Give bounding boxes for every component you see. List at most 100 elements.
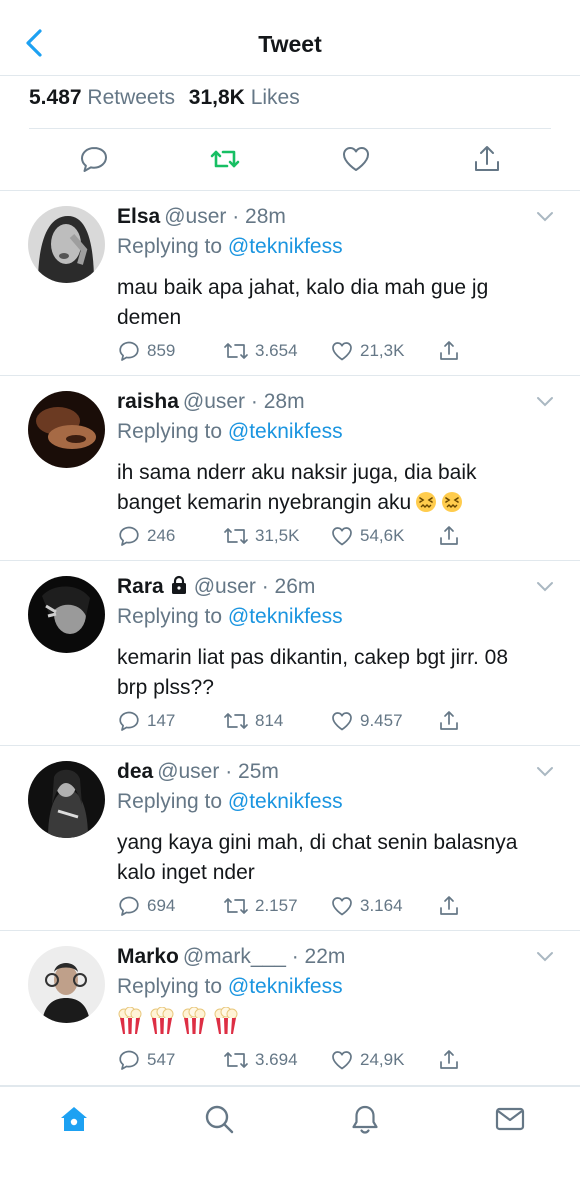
reply-count-button[interactable]: 547 bbox=[117, 1047, 175, 1073]
like-heart-icon[interactable] bbox=[340, 143, 372, 175]
reply-tweet[interactable]: Marko @mark___ · 22m Replying to @teknikf… bbox=[0, 931, 580, 1086]
replying-to-label: Replying to bbox=[117, 790, 223, 813]
reply-icon bbox=[119, 1050, 139, 1070]
retweet-count: 3.654 bbox=[255, 341, 298, 360]
share-button[interactable] bbox=[437, 893, 467, 919]
reply-count: 694 bbox=[147, 896, 176, 915]
retweet-count-button[interactable]: 814 bbox=[223, 708, 283, 734]
retweet-icon bbox=[224, 1052, 248, 1068]
notifications-icon[interactable] bbox=[349, 1103, 381, 1135]
user-handle[interactable]: @user bbox=[157, 760, 219, 783]
share-button[interactable] bbox=[437, 1047, 467, 1073]
user-handle[interactable]: @user bbox=[194, 575, 256, 598]
like-count: 21,3K bbox=[360, 341, 405, 360]
reply-actions: 246 31,5K 54,6K bbox=[117, 523, 477, 549]
retweet-count-button[interactable]: 3.694 bbox=[223, 1047, 298, 1073]
mention-link[interactable]: @teknikfess bbox=[228, 420, 343, 443]
reply-count-button[interactable]: 246 bbox=[117, 523, 175, 549]
avatar[interactable] bbox=[28, 946, 105, 1023]
retweet-count-button[interactable]: 2.157 bbox=[223, 893, 298, 919]
reply-header: Elsa @user · 28m bbox=[117, 205, 286, 229]
retweet-icon[interactable] bbox=[209, 143, 241, 175]
reply-header: raisha @user · 28m bbox=[117, 390, 305, 414]
retweet-count-button[interactable]: 31,5K bbox=[223, 523, 299, 549]
reply-emoji-row bbox=[117, 1006, 537, 1044]
display-name[interactable]: Rara bbox=[117, 575, 164, 598]
retweets-count[interactable]: 5.487 bbox=[29, 86, 82, 109]
like-count-button[interactable]: 3.164 bbox=[330, 893, 403, 919]
reply-icon bbox=[119, 526, 139, 546]
reply-count: 246 bbox=[147, 526, 176, 545]
user-handle[interactable]: @mark___ bbox=[183, 945, 286, 968]
share-button[interactable] bbox=[437, 338, 467, 364]
display-name[interactable]: raisha bbox=[117, 390, 179, 413]
reply-tweet[interactable]: Elsa @user · 28m Replying to @teknikfess … bbox=[0, 191, 580, 376]
home-icon[interactable] bbox=[58, 1103, 90, 1135]
retweet-count: 2.157 bbox=[255, 896, 298, 915]
reply-header: dea @user · 25m bbox=[117, 760, 279, 784]
reply-count-button[interactable]: 694 bbox=[117, 893, 175, 919]
timestamp: · 28m bbox=[250, 390, 305, 413]
like-count-button[interactable]: 21,3K bbox=[330, 338, 404, 364]
share-icon bbox=[440, 896, 458, 915]
reply-actions: 694 2.157 3.164 bbox=[117, 893, 477, 919]
reply-count-button[interactable]: 147 bbox=[117, 708, 175, 734]
share-button[interactable] bbox=[437, 523, 467, 549]
popcorn-emoji-icon bbox=[150, 1006, 174, 1034]
mention-link[interactable]: @teknikfess bbox=[228, 235, 343, 258]
tweet-action-bar bbox=[0, 129, 580, 191]
mention-link[interactable]: @teknikfess bbox=[228, 605, 343, 628]
confounded-face-emoji-icon bbox=[442, 492, 463, 512]
chevron-down-icon[interactable] bbox=[536, 766, 554, 778]
reply-count: 547 bbox=[147, 1050, 176, 1069]
reply-tweet[interactable]: raisha @user · 28m Replying to @teknikfes… bbox=[0, 376, 580, 561]
likes-label[interactable]: Likes bbox=[251, 86, 300, 109]
replying-to-label: Replying to bbox=[117, 975, 223, 998]
reply-count-button[interactable]: 859 bbox=[117, 338, 175, 364]
user-handle[interactable]: @user bbox=[183, 390, 245, 413]
reply-count: 859 bbox=[147, 341, 176, 360]
mention-link[interactable]: @teknikfess bbox=[228, 975, 343, 998]
share-icon[interactable] bbox=[471, 143, 503, 175]
like-count: 54,6K bbox=[360, 526, 405, 545]
likes-count[interactable]: 31,8K bbox=[189, 86, 245, 109]
retweets-label[interactable]: Retweets bbox=[87, 86, 175, 109]
retweet-count-button[interactable]: 3.654 bbox=[223, 338, 298, 364]
reply-icon[interactable] bbox=[78, 143, 110, 175]
timestamp: · 22m bbox=[291, 945, 346, 968]
display-name[interactable]: Marko bbox=[117, 945, 179, 968]
chevron-down-icon[interactable] bbox=[536, 211, 554, 223]
like-heart-icon bbox=[332, 712, 352, 731]
avatar[interactable] bbox=[28, 576, 105, 653]
display-name[interactable]: dea bbox=[117, 760, 153, 783]
share-button[interactable] bbox=[437, 708, 467, 734]
reply-tweet[interactable]: dea @user · 25m Replying to @teknikfess y… bbox=[0, 746, 580, 931]
like-count: 9.457 bbox=[360, 711, 403, 730]
replying-to-label: Replying to bbox=[117, 420, 223, 443]
reply-text: yang kaya gini mah, di chat senin balasn… bbox=[117, 831, 518, 884]
replying-to: Replying to @teknikfess bbox=[117, 605, 343, 629]
chevron-down-icon[interactable] bbox=[536, 951, 554, 963]
like-count-button[interactable]: 24,9K bbox=[330, 1047, 404, 1073]
reply-header: Marko @mark___ · 22m bbox=[117, 945, 345, 969]
chevron-down-icon[interactable] bbox=[536, 581, 554, 593]
reply-icon bbox=[119, 896, 139, 916]
lock-icon bbox=[171, 575, 186, 594]
like-count-button[interactable]: 54,6K bbox=[330, 523, 404, 549]
mention-link[interactable]: @teknikfess bbox=[228, 790, 343, 813]
like-count-button[interactable]: 9.457 bbox=[330, 708, 403, 734]
avatar[interactable] bbox=[28, 761, 105, 838]
messages-icon[interactable] bbox=[494, 1103, 526, 1135]
avatar[interactable] bbox=[28, 391, 105, 468]
retweet-icon bbox=[224, 528, 248, 544]
reply-tweet[interactable]: Rara @user · 26m Replying to @teknikfess … bbox=[0, 561, 580, 746]
user-handle[interactable]: @user bbox=[164, 205, 226, 228]
display-name[interactable]: Elsa bbox=[117, 205, 160, 228]
search-icon[interactable] bbox=[203, 1103, 235, 1135]
replying-to-label: Replying to bbox=[117, 235, 223, 258]
avatar[interactable] bbox=[28, 206, 105, 283]
retweet-count: 3.694 bbox=[255, 1050, 298, 1069]
popcorn-emoji-icon bbox=[182, 1006, 206, 1034]
header: Tweet bbox=[0, 0, 580, 76]
chevron-down-icon[interactable] bbox=[536, 396, 554, 408]
